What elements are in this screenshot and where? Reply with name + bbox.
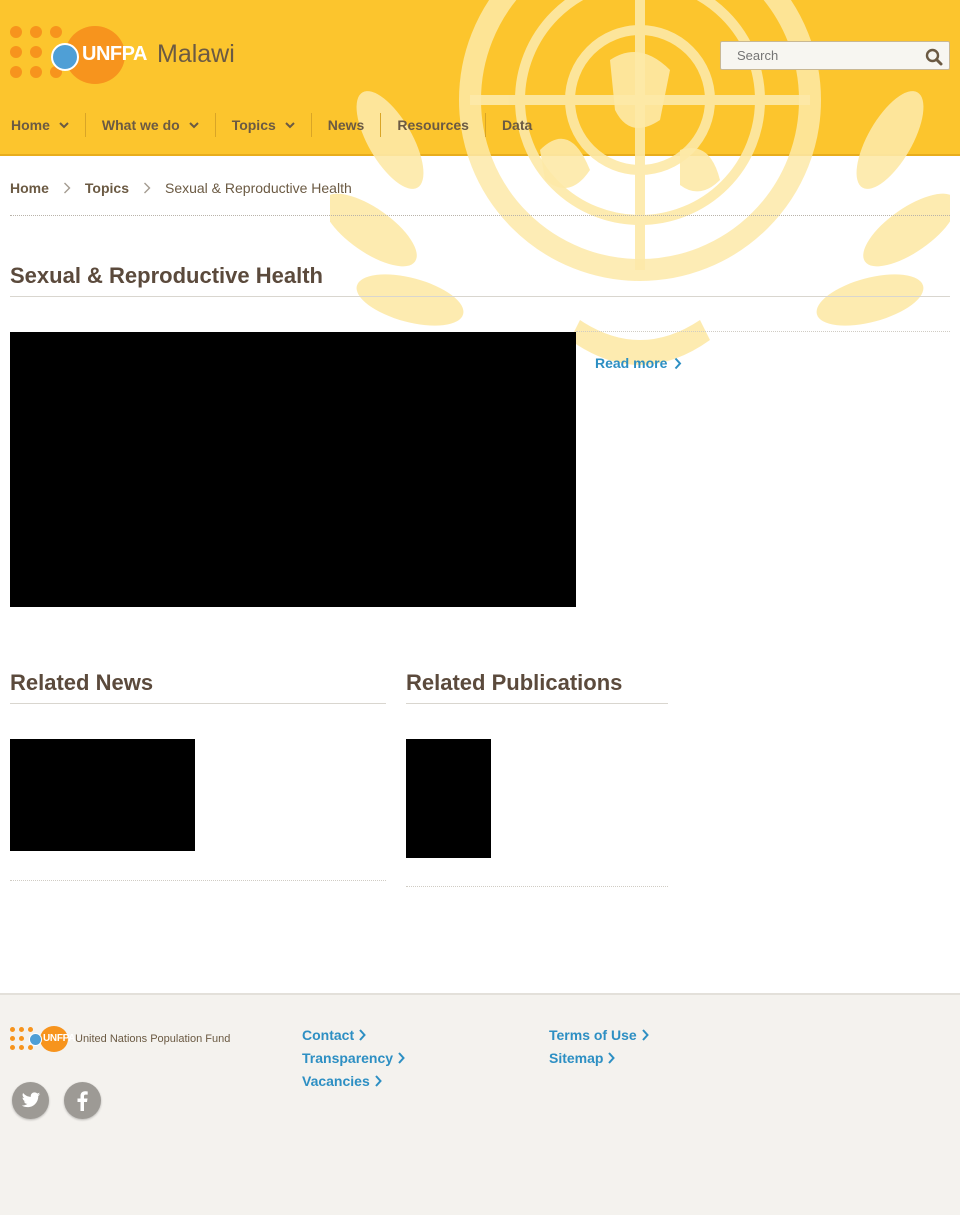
- divider: [406, 886, 668, 887]
- nav-item-what-we-do[interactable]: What we do: [86, 113, 216, 137]
- divider: [576, 331, 950, 332]
- logo-dots-icon: [10, 26, 62, 86]
- divider: [10, 703, 386, 704]
- nav-item-label: What we do: [101, 117, 180, 133]
- footer-link-terms-of-use[interactable]: Terms of Use: [549, 1027, 649, 1043]
- un-globe-icon: [51, 43, 79, 71]
- chevron-right-icon: [63, 182, 71, 194]
- footer-logo-wordmark: UNFPA: [43, 1033, 76, 1044]
- chevron-right-icon: [608, 1052, 616, 1064]
- page-title: Sexual & Reproductive Health: [10, 263, 323, 288]
- footer-link-label: Sitemap: [549, 1050, 604, 1066]
- breadcrumb: Home Topics Sexual & Reproductive Health: [10, 180, 352, 196]
- nav-item-topics[interactable]: Topics: [216, 113, 312, 137]
- nav-item-label: Topics: [231, 117, 276, 133]
- breadcrumb-topics[interactable]: Topics: [85, 180, 129, 196]
- nav-item-home[interactable]: Home: [0, 113, 86, 137]
- logo-wordmark: UNFPA: [82, 43, 147, 65]
- nav-item-resources[interactable]: Resources: [381, 113, 486, 137]
- read-more-label: Read more: [595, 355, 668, 371]
- chevron-down-icon: [59, 122, 69, 129]
- footer-link-label: Contact: [302, 1027, 355, 1043]
- nav-item-news[interactable]: News: [312, 113, 382, 137]
- divider: [10, 296, 950, 297]
- facebook-icon: [77, 1090, 88, 1111]
- nav-item-label: Data: [501, 117, 533, 133]
- footer-link-vacancies[interactable]: Vacancies: [302, 1073, 382, 1089]
- breadcrumb-current: Sexual & Reproductive Health: [164, 180, 352, 196]
- hero-image: [10, 332, 576, 607]
- divider: [10, 880, 386, 881]
- chevron-right-icon: [641, 1029, 649, 1041]
- chevron-right-icon: [675, 357, 682, 369]
- nav-item-label: Home: [11, 117, 50, 133]
- chevron-down-icon: [188, 122, 199, 129]
- footer-link-label: Terms of Use: [549, 1027, 637, 1043]
- related-publications-title: Related Publications: [406, 670, 623, 695]
- search-icon[interactable]: [925, 48, 943, 66]
- search-box[interactable]: [720, 41, 950, 70]
- twitter-icon: [21, 1092, 40, 1108]
- breadcrumb-home[interactable]: Home: [10, 180, 49, 196]
- chevron-right-icon: [398, 1052, 405, 1064]
- nav-item-label: News: [327, 117, 365, 133]
- footer-link-label: Vacancies: [302, 1073, 370, 1089]
- unfpa-logo[interactable]: UNFPA Malawi: [10, 26, 250, 86]
- news-thumbnail[interactable]: [10, 739, 195, 851]
- read-more-link[interactable]: Read more: [595, 355, 682, 371]
- facebook-button[interactable]: [64, 1082, 101, 1119]
- publication-thumbnail[interactable]: [406, 739, 491, 858]
- divider: [406, 703, 668, 704]
- footer-logo[interactable]: UNFPA United Nations Population Fund: [10, 1025, 250, 1055]
- chevron-right-icon: [359, 1029, 366, 1041]
- footer-link-contact[interactable]: Contact: [302, 1027, 366, 1043]
- footer-link-label: Transparency: [302, 1050, 394, 1066]
- related-news-title: Related News: [10, 670, 154, 695]
- twitter-button[interactable]: [12, 1082, 49, 1119]
- chevron-down-icon: [285, 122, 295, 129]
- nav-item-data[interactable]: Data: [486, 113, 548, 137]
- footer-link-transparency[interactable]: Transparency: [302, 1050, 405, 1066]
- search-input[interactable]: [737, 48, 917, 63]
- un-globe-icon: [29, 1033, 42, 1046]
- footer-link-sitemap[interactable]: Sitemap: [549, 1050, 616, 1066]
- nav-item-label: Resources: [397, 117, 469, 133]
- divider: [10, 215, 950, 216]
- footer-org-name: United Nations Population Fund: [75, 1033, 231, 1045]
- country-name: Malawi: [157, 40, 235, 68]
- chevron-right-icon: [374, 1075, 382, 1087]
- site-footer: UNFPA United Nations Population Fund: [0, 993, 960, 1215]
- chevron-right-icon: [143, 182, 151, 194]
- main-nav: Home What we do Topics News Resources Da…: [0, 113, 548, 137]
